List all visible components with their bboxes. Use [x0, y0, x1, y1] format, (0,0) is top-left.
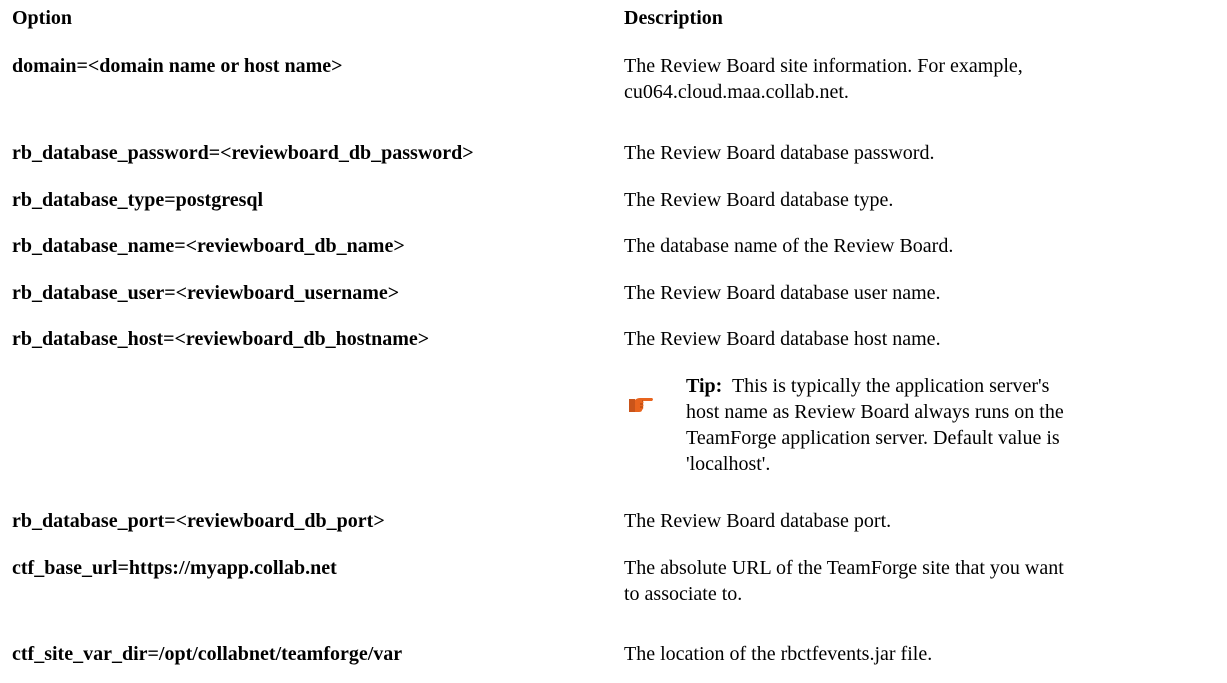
description-cell: The database name of the Review Board. [624, 235, 954, 257]
description-line: cu064.cloud.maa.collab.net. [624, 81, 849, 103]
description-line: to associate to. [624, 583, 743, 605]
option-cell: rb_database_user=<reviewboard_username> [12, 282, 400, 304]
option-cell: rb_database_name=<reviewboard_db_name> [12, 235, 405, 257]
tip-line: host name as Review Board always runs on… [686, 401, 1064, 423]
tip-label: Tip: [686, 375, 723, 397]
description-line: The absolute URL of the TeamForge site t… [624, 557, 1064, 579]
option-cell: rb_database_port=<reviewboard_db_port> [12, 510, 385, 532]
description-cell: The Review Board database user name. [624, 282, 941, 304]
description-column-header: Description [624, 7, 723, 29]
option-cell: rb_database_password=<reviewboard_db_pas… [12, 142, 474, 164]
option-cell: domain=<domain name or host name> [12, 55, 343, 77]
option-cell: rb_database_type=postgresql [12, 189, 264, 211]
description-cell: The Review Board database type. [624, 189, 894, 211]
description-cell: The Review Board database password. [624, 142, 935, 164]
description-cell: The location of the rbctfevents.jar file… [624, 643, 933, 665]
option-cell: ctf_base_url=https://myapp.collab.net [12, 557, 337, 579]
option-column-header: Option [12, 7, 73, 29]
tip-line: TeamForge application server. Default va… [686, 427, 1060, 449]
tip-line-text: This is typically the application server… [731, 375, 1050, 397]
tip-line: 'localhost'. [686, 453, 771, 475]
description-cell: The Review Board site information. For e… [624, 53, 1224, 105]
description-line: The Review Board site information. For e… [624, 55, 1023, 77]
tip-line: Tip: This is typically the application s… [686, 373, 1226, 399]
description-cell: The absolute URL of the TeamForge site t… [624, 555, 1224, 607]
tip-text: Tip: This is typically the application s… [686, 373, 1226, 477]
option-cell: rb_database_host=<reviewboard_db_hostnam… [12, 328, 430, 350]
description-cell: The Review Board database port. [624, 510, 892, 532]
option-cell: ctf_site_var_dir=/opt/collabnet/teamforg… [12, 643, 403, 665]
pointing-hand-icon [628, 393, 653, 415]
description-cell: The Review Board database host name. [624, 328, 941, 350]
